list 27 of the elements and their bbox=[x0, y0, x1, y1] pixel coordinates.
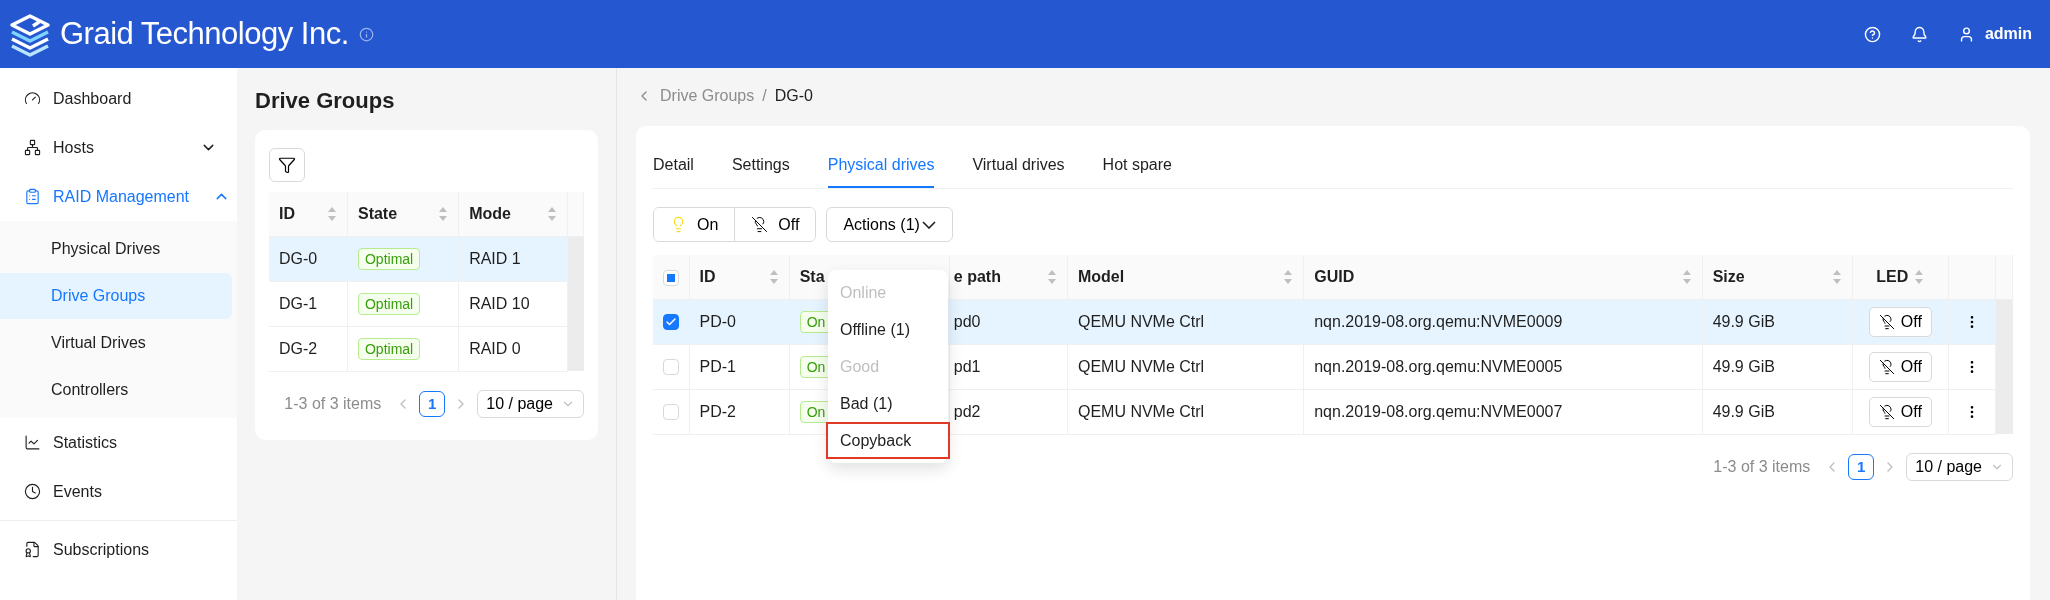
table-cell: RAID 10 bbox=[458, 281, 568, 326]
table-cell: 49.9 GiB bbox=[1702, 299, 1853, 344]
status-tag: Optimal bbox=[357, 337, 421, 360]
table-cell: PD-0 bbox=[689, 299, 790, 344]
table-cell: RAID 1 bbox=[458, 236, 568, 281]
table-cell: RAID 0 bbox=[458, 326, 568, 371]
table-cell: QEMU NVMe Ctrl bbox=[1067, 344, 1304, 389]
table-cell: PD-1 bbox=[689, 344, 790, 389]
table-cell: nqn.2019-08.org.qemu:NVME0007 bbox=[1303, 389, 1703, 434]
pagination-summary: 1-3 of 3 items bbox=[284, 394, 382, 413]
status-tag: Optimal bbox=[357, 247, 421, 270]
table-cell: nqn.2019-08.org.qemu:NVME0005 bbox=[1303, 344, 1703, 389]
table-cell: 49.9 GiB bbox=[1702, 344, 1853, 389]
status-tag: Optimal bbox=[357, 292, 421, 315]
table-cell: pd0 bbox=[949, 299, 1068, 344]
table-cell: QEMU NVMe Ctrl bbox=[1067, 299, 1304, 344]
table-cell: pd2 bbox=[949, 389, 1068, 434]
panel-title: Drive Groups bbox=[255, 88, 396, 114]
table-cell: PD-2 bbox=[689, 389, 790, 434]
table-cell: pd1 bbox=[949, 344, 1068, 389]
brand-name: Graid Technology Inc. bbox=[60, 16, 349, 52]
breadcrumb-separator: / bbox=[762, 87, 767, 105]
pagination-summary: 1-3 of 3 items bbox=[1713, 457, 1811, 476]
table-cell: QEMU NVMe Ctrl bbox=[1067, 389, 1304, 434]
table-cell: 49.9 GiB bbox=[1702, 389, 1853, 434]
table-cell: nqn.2019-08.org.qemu:NVME0009 bbox=[1303, 299, 1703, 344]
breadcrumb-current: DG-0 bbox=[774, 87, 813, 105]
